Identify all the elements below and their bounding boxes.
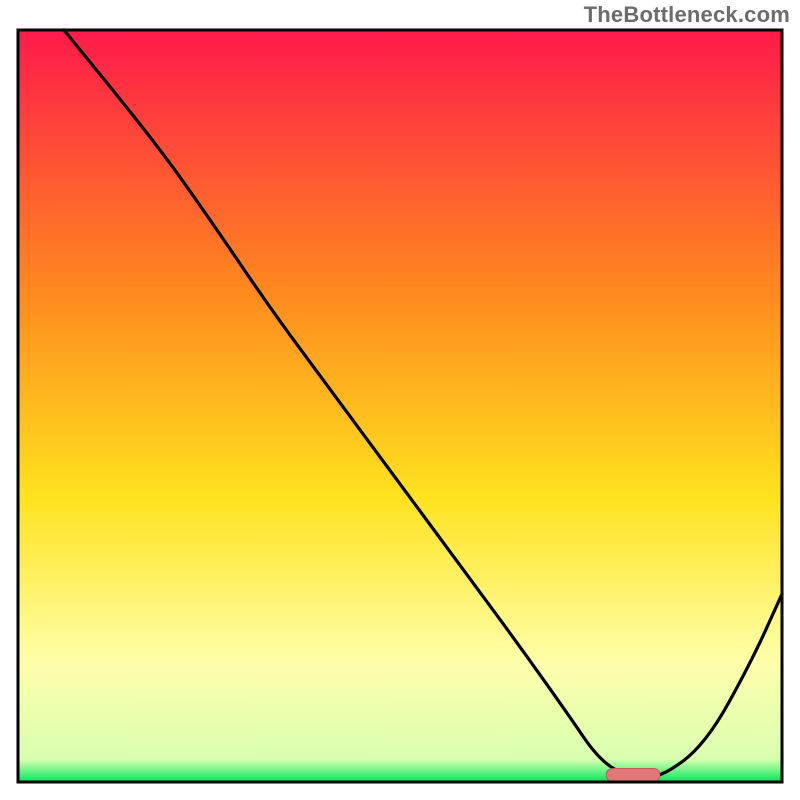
plot-background [18,30,782,782]
bottleneck-chart [0,0,800,800]
optimal-marker [606,769,660,782]
chart-container: TheBottleneck.com [0,0,800,800]
